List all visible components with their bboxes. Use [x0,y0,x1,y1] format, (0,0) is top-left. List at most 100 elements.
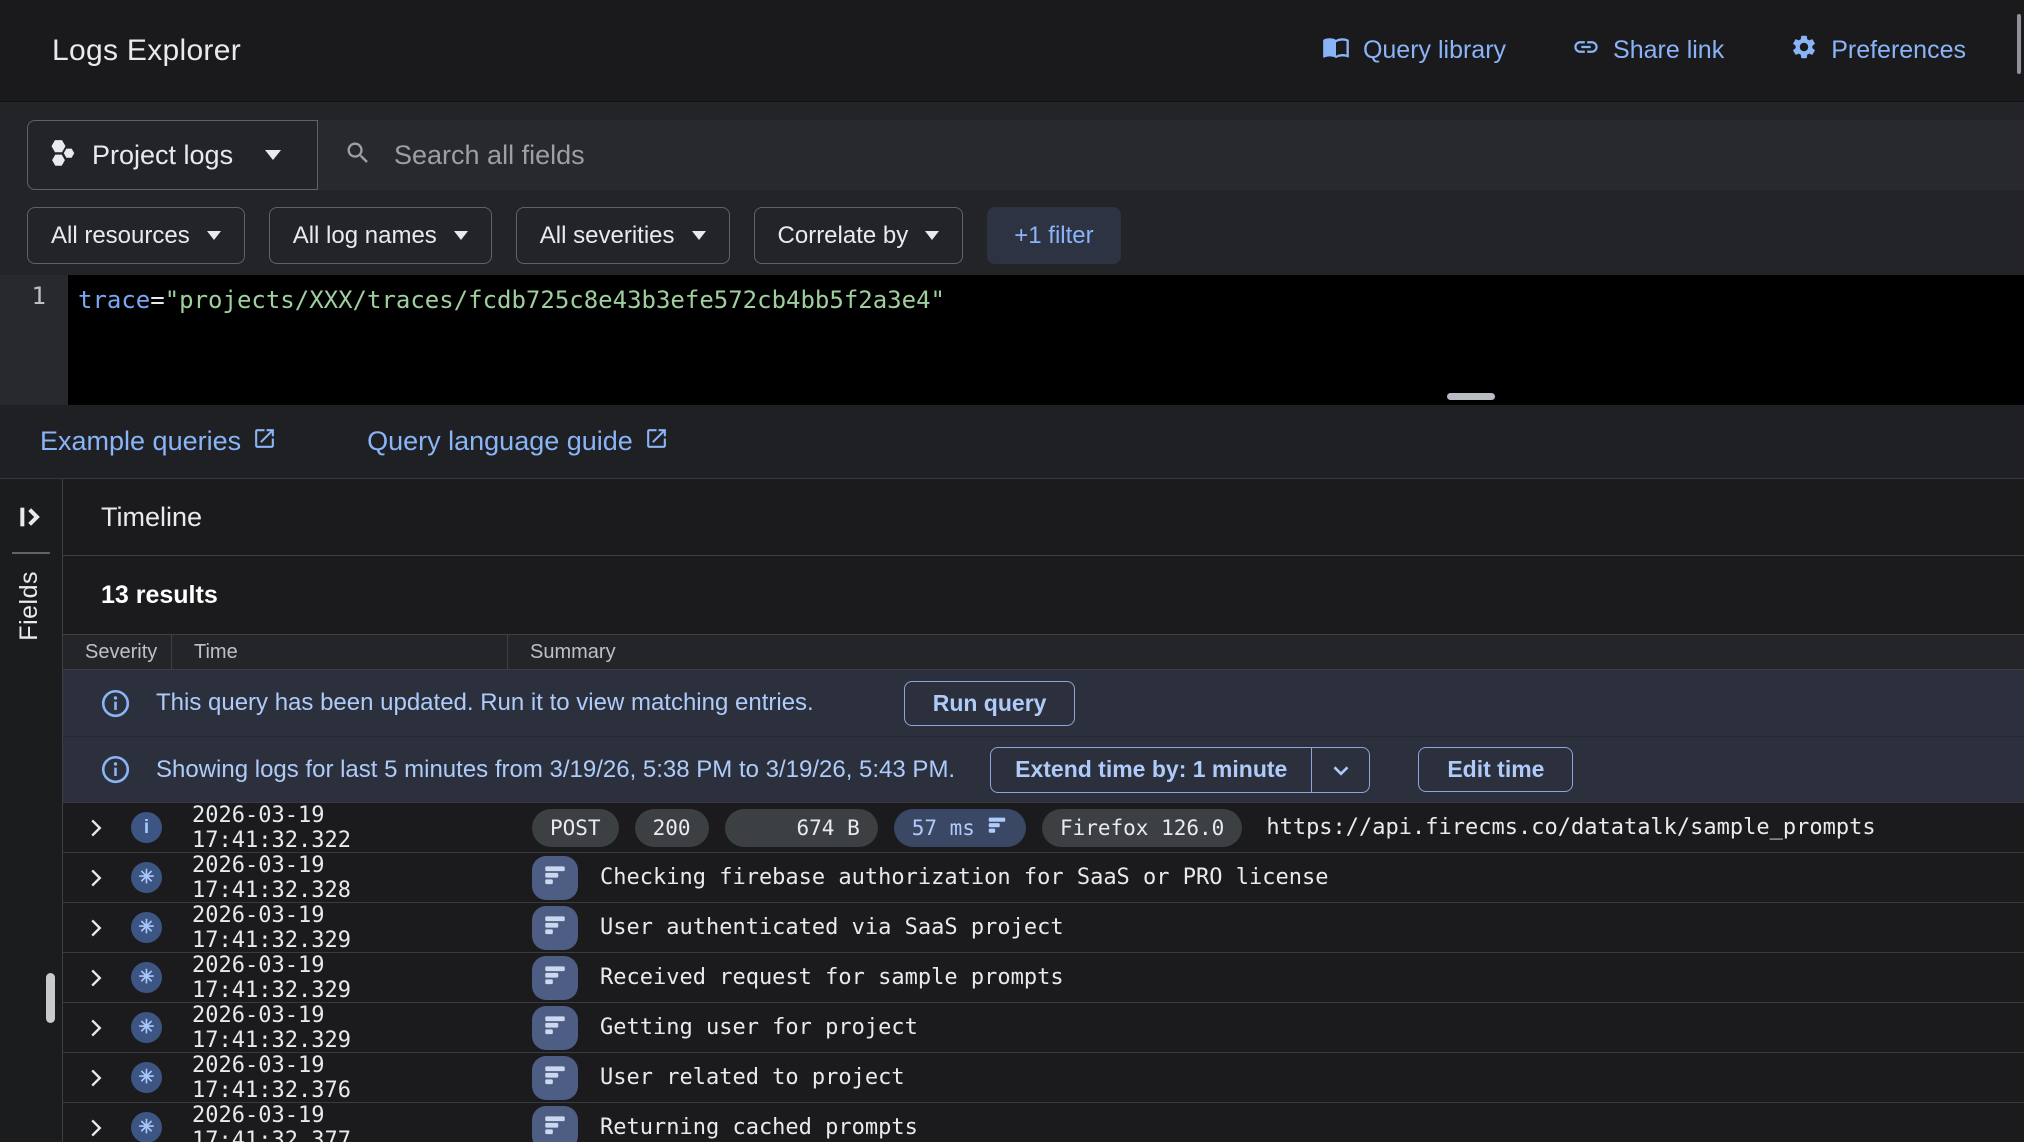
search-input[interactable] [394,140,2024,171]
log-message: User authenticated via SaaS project [600,915,1064,940]
filter-all-log-names[interactable]: All log names [269,207,492,264]
editor-resize-handle[interactable] [1447,393,1495,400]
results-panel: Timeline 13 results Severity Time Summar… [63,479,2024,1142]
trace-waterfall-icon [542,912,568,943]
chevron-down-icon [265,150,281,160]
trace-badge[interactable] [532,1106,578,1142]
filter-label: All severities [540,222,675,250]
project-logs-icon [48,138,76,173]
log-row[interactable]: ✳ 2026-03-19 17:41:32.376 User related to … [63,1052,2024,1102]
log-row[interactable]: ✳ 2026-03-19 17:41:32.329 Received request… [63,952,2024,1002]
info-icon [100,688,131,719]
log-timestamp: 2026-03-19 17:41:32.376 [192,1053,492,1103]
severity-info-icon: i [131,812,162,843]
edit-time-button[interactable]: Edit time [1418,747,1573,792]
expand-row-icon[interactable] [83,865,109,891]
run-query-button[interactable]: Run query [904,681,1076,726]
method-chip: POST [532,809,619,847]
query-code[interactable]: trace="projects/XXX/traces/fcdb725c8e43b… [68,275,945,405]
log-row[interactable]: ✳2026-03-19 17:41:32.329Getting user for… [63,1002,2024,1052]
timeline-section-header[interactable]: Timeline [63,479,2024,556]
query-library-label: Query library [1363,36,1506,65]
query-editor[interactable]: 1 trace="projects/XXX/traces/fcdb725c8e4… [0,275,2024,405]
search-icon [344,139,372,172]
preferences-label: Preferences [1831,36,1966,65]
sidebar-divider [12,552,50,554]
time-range-text: Showing logs for last 5 minutes from 3/1… [156,756,955,784]
log-timestamp: 2026-03-19 17:41:32.329 [192,953,492,1003]
gear-icon [1790,33,1818,68]
log-row[interactable]: ✳2026-03-19 17:41:32.328Checking firebas… [63,852,2024,902]
open-in-new-icon [644,426,669,458]
example-queries-link[interactable]: Example queries [40,426,277,458]
log-row[interactable]: ✳ 2026-03-19 17:41:32.329 User authenticat… [63,902,2024,952]
expand-row-icon[interactable] [83,1115,109,1141]
log-summary: User related to project [532,1056,905,1100]
query-library-button[interactable]: Query library [1322,33,1506,68]
expand-row-icon[interactable] [83,965,109,991]
log-timestamp: 2026-03-19 17:41:32.329 [192,903,492,953]
severity-debug-icon: ✳ [131,1062,162,1093]
query-token-operator: = [150,286,164,314]
log-summary: Received request for sample prompts [532,956,1064,1000]
sidebar-scrollbar[interactable] [46,973,55,1023]
filter-all-severities[interactable]: All severities [516,207,730,264]
expand-row-icon[interactable] [83,915,109,941]
query-token-value: "projects/XXX/traces/fcdb725c8e43b3efe57… [165,286,945,314]
log-summary: User authenticated via SaaS project [532,906,1064,950]
search-field[interactable] [318,120,2024,190]
trace-badge[interactable] [532,956,578,1000]
page-title: Logs Explorer [52,34,241,68]
preferences-button[interactable]: Preferences [1790,33,1966,68]
fields-sidebar: Fields [0,479,63,1142]
log-message: User related to project [600,1065,905,1090]
query-language-guide-link[interactable]: Query language guide [367,426,669,458]
request-url: https://api.firecms.co/datatalk/sample_p… [1266,815,1875,840]
trace-badge[interactable] [532,1006,578,1050]
trace-badge[interactable] [532,1056,578,1100]
log-row[interactable]: i2026-03-19 17:41:32.322POST200674 B57 m… [63,802,2024,852]
expand-row-icon[interactable] [83,1015,109,1041]
extend-time-button[interactable]: Extend time by: 1 minute [991,748,1311,792]
panel-expand-icon [15,521,47,536]
time-range-banner: Showing logs for last 5 minutes from 3/1… [63,736,2024,802]
log-message: Returning cached prompts [600,1115,918,1140]
plus-one-filter-chip[interactable]: +1 filter [987,207,1120,264]
column-summary: Summary [508,635,2024,669]
severity-debug-icon: ✳ [131,962,162,993]
log-summary: Getting user for project [532,1006,918,1050]
trace-badge[interactable] [532,906,578,950]
share-link-label: Share link [1613,36,1724,65]
share-link-button[interactable]: Share link [1572,33,1724,68]
line-number-gutter: 1 [0,275,68,405]
expand-row-icon[interactable] [83,815,109,841]
filter-label: All log names [293,222,437,250]
log-summary: Checking firebase authorization for SaaS… [532,856,1328,900]
fields-tab[interactable]: Fields [15,571,44,641]
expand-panel-button[interactable] [15,501,47,536]
severity-debug-icon: ✳ [131,912,162,943]
extend-time-options-button[interactable] [1311,748,1369,792]
filter-label: Correlate by [778,222,909,250]
log-summary: Returning cached prompts [532,1106,918,1142]
user-agent-chip: Firefox 126.0 [1042,809,1242,847]
query-token-field: trace [78,286,150,314]
log-timestamp: 2026-03-19 17:41:32.322 [192,803,492,853]
duration-trace-chip[interactable]: 57 ms [894,809,1026,847]
severity-debug-icon: ✳ [131,862,162,893]
expand-row-icon[interactable] [83,1065,109,1091]
extend-time-split-button: Extend time by: 1 minute [990,747,1370,793]
trace-badge[interactable] [532,856,578,900]
size-chip: 674 B [725,809,878,847]
filter-all-resources[interactable]: All resources [27,207,245,264]
filter-correlate-by[interactable]: Correlate by [754,207,964,264]
log-scope-dropdown[interactable]: Project logs [27,120,318,190]
doc-links-row: Example queries Query language guide [0,405,2024,479]
query-language-guide-label: Query language guide [367,426,633,457]
log-scope-label: Project logs [92,140,233,171]
log-message: Getting user for project [600,1015,918,1040]
vertical-scrollbar[interactable] [2017,14,2021,74]
trace-waterfall-icon [542,1112,568,1142]
log-row[interactable]: ✳2026-03-19 17:41:32.377Returning cached… [63,1102,2024,1142]
logs-explorer-app: Logs Explorer Query library Share link P… [0,0,2024,1142]
